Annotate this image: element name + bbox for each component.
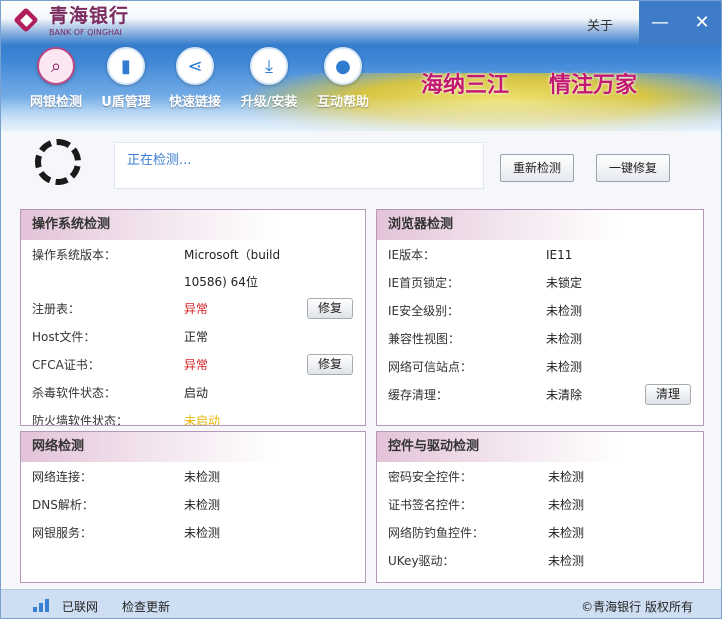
status-box: 正在检测... bbox=[114, 142, 484, 189]
bank-logo-icon bbox=[13, 7, 43, 37]
status-badge: 未检测 bbox=[548, 470, 585, 484]
status-badge: 未检测 bbox=[548, 498, 585, 512]
ie-security-row: IE安全级别： 未检测 bbox=[377, 297, 703, 325]
bank-name-en: BANK OF QINGHAI bbox=[49, 28, 122, 37]
app-window: 青海银行 BANK OF QINGHAI 关于 — ✕ ⌕ 网银检测 ▮ U盾管… bbox=[0, 0, 722, 619]
registry-row: 注册表： 异常 修复 bbox=[21, 295, 365, 323]
nav-help[interactable]: ● 互动帮助 bbox=[306, 45, 380, 110]
status-strip: 正在检测... 重新检测 一键修复 bbox=[1, 131, 721, 201]
bank-logo: 青海银行 BANK OF QINGHAI bbox=[13, 7, 129, 37]
browser-check-panel: 浏览器检测 IE版本： IE11 IE首页锁定： 未锁定 IE安全级别： 未检测… bbox=[376, 209, 704, 426]
cache-row: 缓存清理： 未清除 清理 bbox=[377, 381, 703, 409]
network-conn-row: 网络连接： 未检测 bbox=[21, 463, 365, 491]
ie-homepage-row: IE首页锁定： 未锁定 bbox=[377, 269, 703, 297]
fix-cfca-button[interactable]: 修复 bbox=[307, 354, 353, 375]
usb-key-icon: ▮ bbox=[107, 47, 145, 85]
minimize-button[interactable]: — bbox=[639, 1, 681, 45]
network-check-panel: 网络检测 网络连接： 未检测 DNS解析： 未检测 网银服务： 未检测 bbox=[20, 431, 366, 583]
status-badge: 异常 bbox=[184, 358, 209, 372]
magnifier-icon: ⌕ bbox=[37, 47, 75, 85]
status-badge: 未检测 bbox=[546, 304, 583, 318]
os-check-panel: 操作系统检测 操作系统版本： Microsoft（build 10586) 64… bbox=[20, 209, 366, 426]
bank-service-row: 网银服务： 未检测 bbox=[21, 519, 365, 547]
close-button[interactable]: ✕ bbox=[681, 1, 721, 45]
header-banner: 青海银行 BANK OF QINGHAI 关于 — ✕ ⌕ 网银检测 ▮ U盾管… bbox=[1, 1, 721, 131]
main-nav: ⌕ 网银检测 ▮ U盾管理 ⋖ 快速链接 ⤓ 升级/安装 ● 互动帮助 bbox=[1, 45, 421, 115]
nav-quick-links[interactable]: ⋖ 快速链接 bbox=[158, 45, 232, 110]
panel-title: 浏览器检测 bbox=[377, 210, 703, 240]
dns-row: DNS解析： 未检测 bbox=[21, 491, 365, 519]
password-control-row: 密码安全控件： 未检测 bbox=[377, 463, 703, 491]
panel-title: 操作系统检测 bbox=[21, 210, 365, 240]
firewall-row: 防火墙软件状态： 未启动 bbox=[21, 407, 365, 426]
bank-name: 青海银行 bbox=[49, 5, 130, 27]
status-badge: 未检测 bbox=[548, 554, 585, 568]
nav-net-check[interactable]: ⌕ 网银检测 bbox=[19, 45, 93, 110]
cert-control-row: 证书签名控件： 未检测 bbox=[377, 491, 703, 519]
status-badge: 启动 bbox=[184, 386, 209, 400]
status-badge: 未检测 bbox=[546, 332, 583, 346]
status-badge: 未检测 bbox=[184, 526, 221, 540]
nav-label: 升级/安装 bbox=[240, 95, 298, 110]
copyright: ©青海银行 版权所有 bbox=[581, 600, 693, 614]
cfca-row: CFCA证书： 异常 修复 bbox=[21, 351, 365, 379]
recheck-button[interactable]: 重新检测 bbox=[500, 154, 574, 182]
footer-bar: 已联网 检查更新 ©青海银行 版权所有 bbox=[1, 589, 721, 618]
loading-spinner-icon bbox=[35, 139, 81, 185]
network-status: 已联网 bbox=[62, 600, 99, 614]
trusted-sites-row: 网络可信站点： 未检测 bbox=[377, 353, 703, 381]
panel-title: 控件与驱动检测 bbox=[377, 432, 703, 462]
about-link[interactable]: 关于 bbox=[587, 15, 613, 34]
nav-label: 快速链接 bbox=[168, 95, 221, 110]
nav-label: 网银检测 bbox=[29, 95, 82, 110]
status-badge: 异常 bbox=[184, 302, 209, 316]
slogan-right: 情注万家 bbox=[549, 72, 638, 98]
nav-label: U盾管理 bbox=[101, 95, 151, 110]
anti-phishing-row: 网络防钓鱼控件： 未检测 bbox=[377, 519, 703, 547]
fix-all-button[interactable]: 一键修复 bbox=[596, 154, 670, 182]
nav-upgrade-install[interactable]: ⤓ 升级/安装 bbox=[232, 45, 306, 110]
status-badge: 未检测 bbox=[184, 498, 221, 512]
share-icon: ⋖ bbox=[176, 47, 214, 85]
status-badge: 未锁定 bbox=[546, 276, 583, 290]
hosts-row: Host文件： 正常 bbox=[21, 323, 365, 351]
status-text: 正在检测... bbox=[127, 153, 192, 168]
status-badge: 未检测 bbox=[546, 360, 583, 374]
status-badge: 未启动 bbox=[184, 414, 221, 426]
os-version-row: 操作系统版本： Microsoft（build bbox=[32, 248, 281, 262]
status-badge: 未清除 bbox=[546, 388, 583, 402]
os-version-row-cont: 10586) 64位 bbox=[184, 275, 258, 289]
antivirus-row: 杀毒软件状态： 启动 bbox=[21, 379, 365, 407]
status-badge: 未检测 bbox=[548, 526, 585, 540]
ie-version-row: IE版本： IE11 bbox=[388, 248, 573, 262]
status-badge: 未检测 bbox=[184, 470, 221, 484]
nav-label: 互动帮助 bbox=[316, 95, 369, 110]
check-update-link[interactable]: 检查更新 bbox=[122, 598, 170, 615]
nav-ukey-manage[interactable]: ▮ U盾管理 bbox=[89, 45, 163, 110]
ukey-driver-row: UKey驱动： 未检测 bbox=[377, 547, 703, 575]
controls-check-panel: 控件与驱动检测 密码安全控件： 未检测 证书签名控件： 未检测 网络防钓鱼控件：… bbox=[376, 431, 704, 583]
compat-view-row: 兼容性视图： 未检测 bbox=[377, 325, 703, 353]
download-icon: ⤓ bbox=[250, 47, 288, 85]
slogan-left: 海纳三江 bbox=[421, 72, 510, 98]
user-help-icon: ● bbox=[324, 47, 362, 85]
panel-title: 网络检测 bbox=[21, 432, 365, 462]
fix-registry-button[interactable]: 修复 bbox=[307, 298, 353, 319]
clear-cache-button[interactable]: 清理 bbox=[645, 384, 691, 405]
signal-bars-icon bbox=[33, 598, 51, 612]
status-badge: 正常 bbox=[184, 330, 209, 344]
